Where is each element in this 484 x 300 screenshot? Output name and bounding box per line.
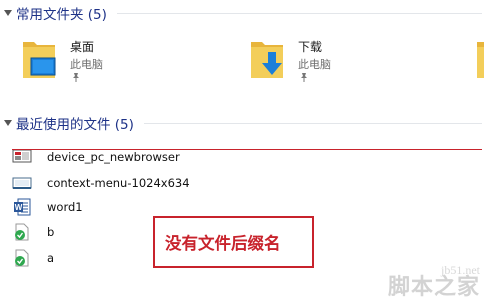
synced-file-icon: [12, 223, 32, 241]
synced-file-icon: [12, 249, 32, 267]
chevron-down-icon[interactable]: [4, 9, 12, 17]
recent-file-row[interactable]: W word1: [12, 197, 83, 217]
quick-access-downloads[interactable]: 下载 此电脑: [250, 36, 450, 86]
recent-file-name: device_pc_newbrowser: [47, 150, 180, 164]
recent-file-row[interactable]: a: [12, 248, 54, 268]
annotation-text: 没有文件后缀名: [165, 234, 281, 253]
desktop-folder-icon: [23, 42, 56, 78]
watermark-name: 脚本之家: [387, 274, 480, 300]
downloads-folder-icon: [251, 42, 283, 78]
pin-icon[interactable]: [71, 72, 81, 82]
svg-text:W: W: [15, 203, 23, 212]
image-file-icon: [12, 174, 32, 192]
screenshot-file-icon: [12, 148, 32, 166]
quick-access-folder-partial[interactable]: [476, 36, 484, 86]
frequent-folders-header[interactable]: 常用文件夹 (5): [0, 2, 484, 24]
quick-access-location: 此电脑: [298, 58, 331, 71]
quick-access-name: 下载: [298, 40, 323, 54]
folder-icon: [477, 42, 484, 78]
recent-file-row[interactable]: device_pc_newbrowser: [12, 147, 180, 167]
quick-access-name: 桌面: [70, 40, 95, 54]
pin-icon[interactable]: [299, 72, 309, 82]
word-document-icon: W: [12, 198, 32, 216]
quick-access-desktop[interactable]: 桌面 此电脑: [22, 36, 222, 86]
frequent-folders-title: 常用文件夹 (5): [16, 7, 107, 23]
annotation-box: 没有文件后缀名: [153, 216, 314, 268]
recent-files-header[interactable]: 最近使用的文件 (5): [0, 112, 484, 134]
chevron-down-icon[interactable]: [4, 119, 12, 127]
recent-file-row[interactable]: context-menu-1024x634: [12, 173, 190, 193]
annotation-underline: [12, 149, 482, 150]
header-divider: [143, 122, 482, 124]
recent-file-name: context-menu-1024x634: [47, 176, 190, 190]
recent-files-title: 最近使用的文件 (5): [16, 117, 134, 133]
watermark: jb51.net 脚本之家: [388, 264, 480, 298]
recent-file-row[interactable]: b: [12, 222, 54, 242]
recent-file-name: a: [47, 251, 55, 265]
recent-file-name: b: [47, 225, 55, 239]
header-divider: [116, 12, 482, 14]
recent-file-name: word1: [47, 200, 83, 214]
quick-access-location: 此电脑: [70, 58, 103, 71]
